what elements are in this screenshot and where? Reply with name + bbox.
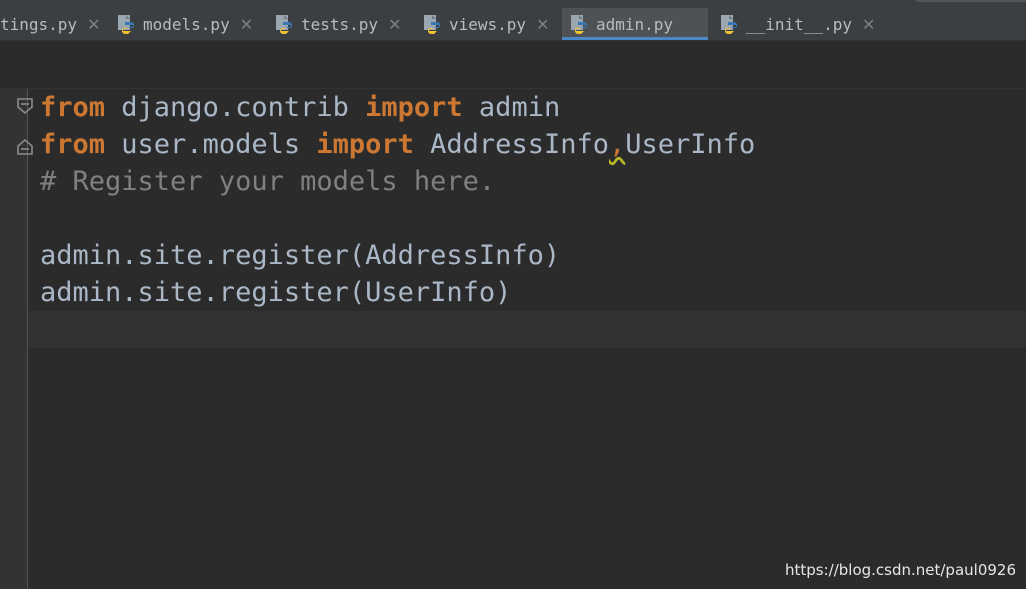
close-icon[interactable]: ✕ (240, 15, 253, 34)
code-statement: admin.site.register(UserInfo) (40, 277, 512, 308)
pep8-warning-comma: , (608, 129, 626, 160)
module-name: user.models (105, 129, 317, 160)
editor-tab-bar: tings.py ✕ models.py ✕ tests.py ✕ views.… (0, 0, 1026, 41)
tab-admin[interactable]: admin.py (562, 8, 708, 40)
keyword: import (316, 129, 414, 160)
tab-settings[interactable]: tings.py ✕ (0, 8, 100, 40)
code-line-5[interactable]: admin.site.register(AddressInfo) (40, 237, 560, 274)
close-icon[interactable]: ✕ (862, 15, 875, 34)
tab-tests[interactable]: tests.py ✕ (275, 8, 401, 40)
watermark: https://blog.csdn.net/paul0926 (784, 561, 1016, 579)
current-line-highlight (28, 311, 1026, 348)
code-line-6[interactable]: admin.site.register(UserInfo) (40, 274, 511, 311)
python-file-icon (424, 15, 440, 34)
python-file-icon (571, 15, 587, 34)
close-icon[interactable]: ✕ (536, 15, 549, 34)
tabbar-top-edge (0, 0, 1026, 4)
tab-label: models.py (143, 14, 230, 34)
keyword: from (40, 129, 106, 160)
tab-views[interactable]: views.py ✕ (423, 8, 549, 40)
keyword: import (365, 92, 463, 123)
tabbar-top-edge-highlight (916, 0, 1026, 2)
tab-label: tests.py (301, 14, 379, 34)
code-line-1[interactable]: from django.contrib import admin (40, 89, 560, 126)
import-name: admin (462, 92, 561, 123)
import-name: UserInfo (625, 129, 756, 160)
tab-models[interactable]: models.py ✕ (117, 8, 253, 40)
close-icon[interactable]: ✕ (87, 15, 100, 34)
python-file-icon (721, 15, 737, 34)
keyword: from (40, 92, 106, 123)
editor-gutter[interactable] (0, 89, 33, 589)
module-name: django.contrib (105, 92, 366, 123)
code-statement: admin.site.register(AddressInfo) (40, 240, 561, 271)
tab-label: admin.py (596, 14, 674, 34)
code-comment: # Register your models here. (40, 166, 496, 197)
code-line-3[interactable]: # Register your models here. (40, 163, 495, 200)
tab-label: tings.py (0, 14, 78, 34)
ide-window: tings.py ✕ models.py ✕ tests.py ✕ views.… (0, 0, 1026, 589)
code-line-2[interactable]: from user.models import AddressInfo,User… (40, 126, 755, 163)
python-file-icon (118, 15, 134, 34)
tab-init[interactable]: __init__.py ✕ (720, 8, 875, 40)
python-file-icon (276, 15, 292, 34)
close-icon[interactable]: ✕ (388, 15, 401, 34)
tab-label: views.py (449, 14, 527, 34)
code-editor[interactable]: from django.contrib import admin from us… (28, 89, 1026, 589)
editor-header-strip (0, 41, 1026, 89)
tab-label: __init__.py (746, 14, 852, 34)
import-name: AddressInfo (413, 129, 609, 160)
